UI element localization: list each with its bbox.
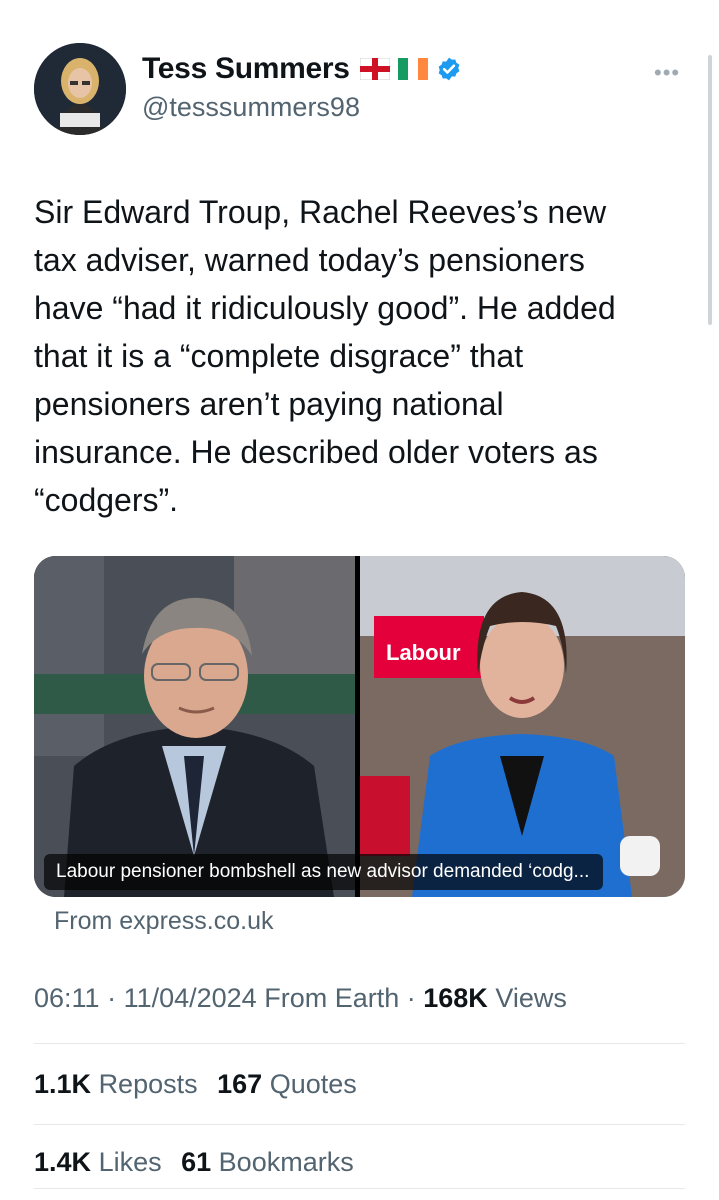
england-flag-icon: [359, 58, 390, 80]
tweet-time[interactable]: 06:11: [34, 983, 100, 1013]
photo-woman-at-rally: Labour: [360, 556, 685, 897]
divider: [34, 1043, 685, 1044]
author-name[interactable]: Tess Summers: [142, 52, 350, 86]
likes-count: 1.4K: [34, 1147, 92, 1177]
quotes-count: 167: [217, 1069, 263, 1099]
stats-row-1: 1.1K Reposts 167 Quotes: [34, 1069, 369, 1100]
likes-label: Likes: [98, 1147, 162, 1177]
bookmarks-count: 61: [181, 1147, 212, 1177]
author-handle[interactable]: @tesssummers98: [142, 92, 360, 123]
quotes-stat[interactable]: 167 Quotes: [217, 1069, 357, 1099]
views-label: Views: [495, 983, 567, 1013]
bookmarks-stat[interactable]: 61 Bookmarks: [181, 1147, 354, 1177]
link-card-caption: Labour pensioner bombshell as new adviso…: [44, 854, 604, 890]
tweet-text: Sir Edward Troup, Rachel Reeves’s new ta…: [34, 194, 616, 518]
verified-badge-icon[interactable]: [436, 56, 462, 82]
likes-stat[interactable]: 1.4K Likes: [34, 1147, 162, 1177]
ireland-flag-icon: [397, 58, 428, 80]
tweet-location: From Earth: [264, 983, 400, 1013]
tweet-meta: 06:11 · 11/04/2024 From Earth · 168K Vie…: [34, 983, 567, 1013]
divider: [34, 1124, 685, 1125]
avatar-image: [34, 43, 126, 135]
views-count: 168K: [423, 983, 488, 1013]
bookmarks-label: Bookmarks: [218, 1147, 354, 1177]
link-source[interactable]: From express.co.uk: [54, 907, 274, 936]
avatar[interactable]: [34, 43, 126, 135]
quotes-label: Quotes: [269, 1069, 357, 1099]
author-row: Tess Summers: [142, 52, 462, 86]
reposts-count: 1.1K: [34, 1069, 92, 1099]
reposts-label: Reposts: [98, 1069, 198, 1099]
more-options-icon[interactable]: •••: [654, 60, 680, 86]
reposts-stat[interactable]: 1.1K Reposts: [34, 1069, 198, 1099]
tweet-date[interactable]: 11/04/2024: [124, 983, 257, 1013]
stats-row-2: 1.4K Likes 61 Bookmarks: [34, 1147, 366, 1178]
photo-man-at-hearing: [34, 556, 355, 897]
divider: [34, 1188, 685, 1189]
flags: [359, 56, 462, 82]
scrollbar[interactable]: [708, 55, 712, 325]
labour-sign-text: Labour: [386, 640, 461, 665]
link-card[interactable]: Labour Labour pensioner bombshell as new…: [34, 556, 685, 897]
